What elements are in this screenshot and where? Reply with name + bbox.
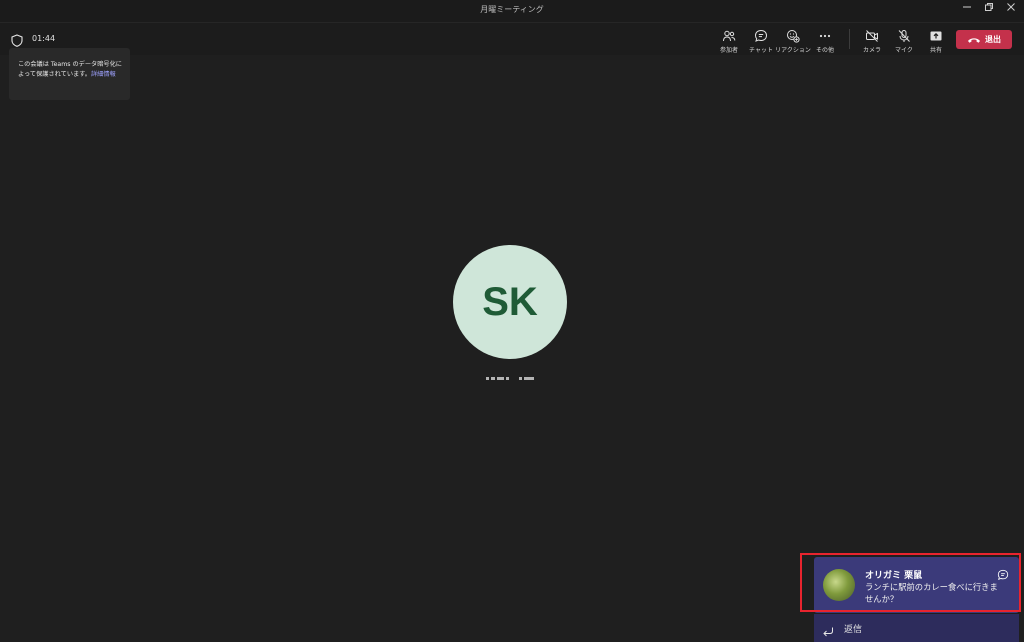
reply-button[interactable]: 返信 [814,614,1019,642]
reply-icon [822,622,834,641]
chat-label: チャット [749,47,773,54]
participants-icon [711,28,747,44]
share-icon [918,28,954,44]
reply-label: 返信 [844,625,863,635]
minimize-button[interactable] [956,1,978,19]
reactions-label: リアクション [775,47,811,54]
encryption-info-tooltip: この会議は Teams のデータ暗号化によって保護されています。詳細情報 [9,48,130,100]
title-bar: 月曜ミーティング [0,0,1024,23]
participant-initials: SK [482,279,538,324]
participants-label: 参加者 [719,47,738,54]
mic-button[interactable]: マイク [886,26,922,54]
camera-button[interactable]: カメラ [854,26,890,54]
notification-highlight [800,553,1021,612]
share-label: 共有 [929,47,942,54]
more-label: その他 [815,47,834,54]
reactions-button[interactable]: リアクション [775,26,811,54]
encryption-info-text: この会議は Teams のデータ暗号化によって保護されています。詳細情報 [18,60,126,80]
window-title: 月曜ミーティング [480,5,544,14]
chat-icon [743,28,779,44]
restore-button[interactable] [978,1,1000,19]
participant-avatar: SK [453,245,567,359]
camera-label: カメラ [862,47,881,54]
close-icon [1007,3,1015,11]
hangup-icon [967,30,981,49]
mic-label: マイク [895,47,913,54]
participants-button[interactable]: 参加者 [711,26,747,54]
camera-off-icon [854,28,890,44]
meeting-timer: 01:44 [32,34,56,43]
leave-label: 退出 [985,35,1001,44]
meeting-toolbar: 01:44 参加者 チャット リアクション その他 カメラ マイク 共有 退出 [0,23,1024,55]
more-icon [807,28,843,44]
share-button[interactable]: 共有 [918,26,954,54]
restore-icon [985,3,993,11]
toolbar-divider [849,29,850,49]
reactions-icon [775,28,811,44]
learn-more-link[interactable]: 詳細情報 [91,71,116,78]
participant-name-redacted [486,375,534,381]
mic-off-icon [886,28,922,44]
close-window-button[interactable] [1000,1,1022,19]
more-button[interactable]: その他 [807,26,843,54]
minimize-icon [963,6,971,8]
leave-button[interactable]: 退出 [956,30,1012,49]
chat-button[interactable]: チャット [743,26,779,54]
